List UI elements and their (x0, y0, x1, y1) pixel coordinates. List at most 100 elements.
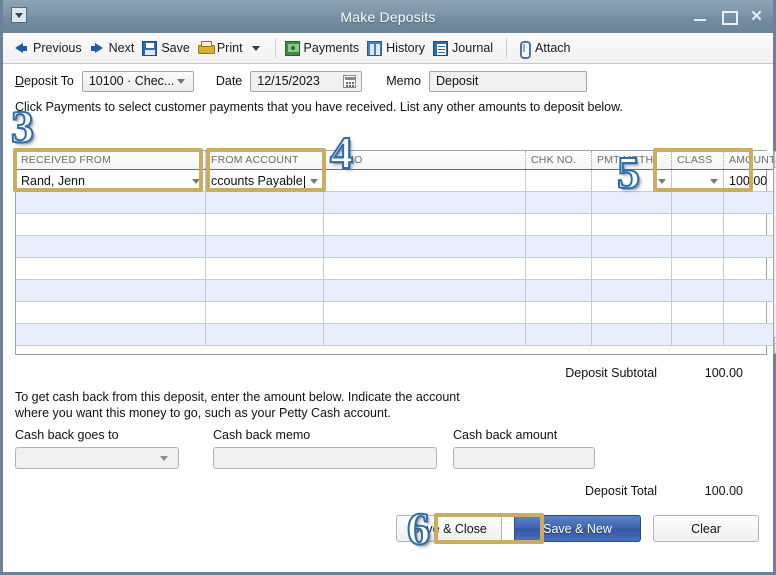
column-header-received-from[interactable]: RECEIVED FROM (16, 151, 206, 169)
cell-empty[interactable] (16, 258, 206, 279)
cell-empty[interactable] (324, 280, 526, 301)
chevron-down-icon[interactable] (192, 179, 200, 184)
cell-empty[interactable] (206, 302, 324, 323)
toolbar-previous-button[interactable]: Previous (12, 39, 88, 58)
cell-empty[interactable] (672, 280, 724, 301)
cell-empty[interactable] (592, 214, 672, 235)
cell-empty[interactable] (724, 192, 773, 213)
table-row-empty[interactable] (16, 302, 774, 324)
cash-back-amount-input[interactable] (453, 447, 595, 469)
paperclip-icon (516, 40, 532, 59)
cell-chk-no[interactable] (526, 170, 592, 191)
table-row-empty[interactable] (16, 280, 774, 302)
cell-empty[interactable] (724, 302, 773, 323)
cell-empty[interactable] (16, 324, 206, 345)
cell-empty[interactable] (16, 214, 206, 235)
column-header-from-account[interactable]: FROM ACCOUNT (206, 151, 324, 169)
save-and-new-label: Save & New (543, 521, 612, 536)
cell-empty[interactable] (206, 192, 324, 213)
cell-empty[interactable] (206, 280, 324, 301)
cell-amount[interactable]: 100.00 (724, 170, 773, 191)
toolbar-separator-2 (506, 38, 508, 58)
cell-empty[interactable] (672, 324, 724, 345)
toolbar-history-button[interactable]: History (365, 39, 431, 58)
column-header-class[interactable]: CLASS (672, 151, 724, 169)
table-row-empty[interactable] (16, 324, 774, 346)
minimize-icon[interactable] (693, 9, 708, 24)
cell-empty[interactable] (324, 192, 526, 213)
calendar-icon[interactable] (343, 74, 357, 88)
cell-empty[interactable] (206, 258, 324, 279)
table-row-empty[interactable] (16, 192, 774, 214)
chevron-down-icon[interactable] (310, 179, 318, 184)
cell-empty[interactable] (592, 302, 672, 323)
cell-empty[interactable] (526, 280, 592, 301)
callout-step-3: 3 (10, 101, 35, 152)
cell-empty[interactable] (672, 236, 724, 257)
table-row-empty[interactable] (16, 214, 774, 236)
cell-empty[interactable] (592, 280, 672, 301)
chevron-down-icon[interactable] (658, 179, 666, 184)
cell-received-from[interactable]: Rand, Jenn (16, 170, 206, 191)
cell-empty[interactable] (526, 302, 592, 323)
cell-empty[interactable] (672, 192, 724, 213)
cell-empty[interactable] (324, 302, 526, 323)
cell-empty[interactable] (724, 324, 773, 345)
column-header-memo[interactable]: MEMO (324, 151, 526, 169)
cell-empty[interactable] (16, 192, 206, 213)
toolbar-attach-button[interactable]: Attach (514, 39, 576, 59)
cell-empty[interactable] (724, 280, 773, 301)
cell-empty[interactable] (672, 214, 724, 235)
cell-empty[interactable] (324, 214, 526, 235)
cell-empty[interactable] (592, 324, 672, 345)
cell-empty[interactable] (724, 214, 773, 235)
clear-button[interactable]: Clear (653, 515, 759, 542)
column-header-amount[interactable]: AMOUNT (724, 151, 773, 169)
cell-empty[interactable] (672, 258, 724, 279)
toolbar-next-button[interactable]: Next (88, 39, 141, 58)
cell-empty[interactable] (206, 214, 324, 235)
cell-empty[interactable] (324, 258, 526, 279)
cell-memo[interactable] (324, 170, 526, 191)
deposit-header-form: Deposit To 10100 · Chec... Date 12/15/20… (3, 64, 773, 98)
cell-empty[interactable] (324, 236, 526, 257)
arrow-left-icon (14, 41, 29, 56)
cell-empty[interactable] (16, 236, 206, 257)
cash-back-memo-input[interactable] (213, 447, 437, 469)
window-menu-icon[interactable] (11, 7, 27, 23)
table-row[interactable]: Rand, Jenn ccounts Payable 100.00 (16, 170, 774, 192)
date-field[interactable]: 12/15/2023 (250, 70, 363, 92)
cell-empty[interactable] (724, 236, 773, 257)
cell-empty[interactable] (592, 258, 672, 279)
memo-field[interactable]: Deposit (428, 70, 587, 92)
cell-empty[interactable] (526, 214, 592, 235)
cell-empty[interactable] (206, 236, 324, 257)
toolbar-save-button[interactable]: Save (140, 39, 196, 58)
cell-empty[interactable] (16, 280, 206, 301)
cell-empty[interactable] (526, 324, 592, 345)
cell-empty[interactable] (526, 258, 592, 279)
table-row-empty[interactable] (16, 236, 774, 258)
cell-empty[interactable] (206, 324, 324, 345)
cell-empty[interactable] (526, 236, 592, 257)
save-and-new-button[interactable]: Save & New (514, 515, 641, 542)
cell-empty[interactable] (724, 258, 773, 279)
cell-class[interactable] (672, 170, 724, 191)
maximize-icon[interactable] (721, 9, 738, 25)
cell-empty[interactable] (672, 302, 724, 323)
deposit-to-select[interactable]: 10100 · Chec... (81, 70, 194, 92)
table-row-empty[interactable] (16, 258, 774, 280)
cell-empty[interactable] (324, 324, 526, 345)
cell-empty[interactable] (592, 236, 672, 257)
cell-from-account[interactable]: ccounts Payable (206, 170, 324, 191)
chevron-down-icon[interactable] (251, 45, 260, 51)
toolbar-payments-button[interactable]: Payments (283, 39, 366, 58)
toolbar-print-button[interactable]: Print (196, 39, 249, 58)
cell-empty[interactable] (16, 302, 206, 323)
close-icon[interactable]: ✕ (749, 9, 764, 24)
cash-back-goes-to-select[interactable] (15, 447, 179, 469)
chevron-down-icon[interactable] (710, 179, 718, 184)
cell-empty[interactable] (526, 192, 592, 213)
toolbar-journal-button[interactable]: Journal (431, 39, 499, 58)
column-header-chk-no[interactable]: CHK NO. (526, 151, 592, 169)
